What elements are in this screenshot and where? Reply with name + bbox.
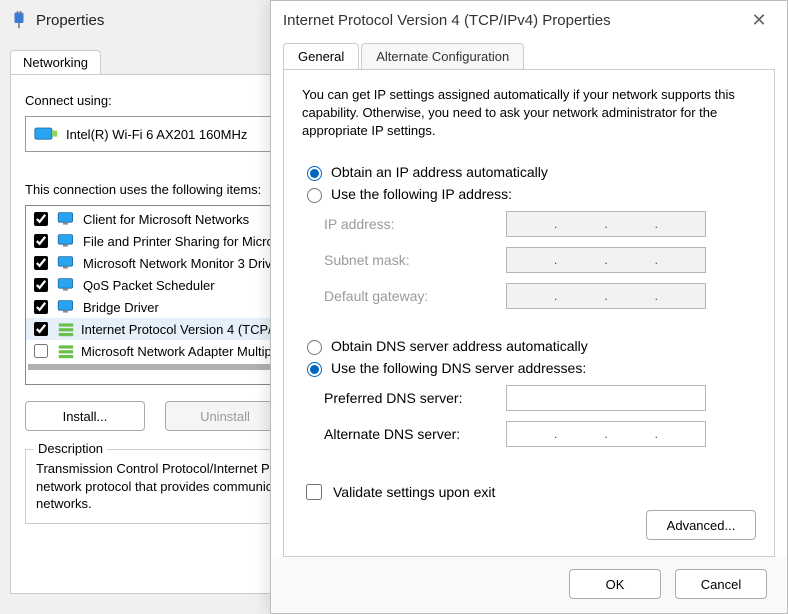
ip-address-field: ... (506, 211, 706, 237)
tab-general[interactable]: General (283, 43, 359, 69)
validate-settings-label: Validate settings upon exit (333, 484, 495, 500)
item-label: Bridge Driver (83, 300, 159, 315)
advanced-button[interactable]: Advanced... (646, 510, 756, 540)
tab-networking[interactable]: Networking (10, 50, 101, 74)
network-client-icon (57, 299, 77, 315)
item-label: Internet Protocol Version 4 (TCP/IPv4) (81, 322, 302, 337)
ip-address-label: IP address: (324, 216, 494, 232)
item-checkbox[interactable] (34, 256, 48, 270)
dns-manual-radio[interactable] (307, 362, 322, 377)
ipv4-properties-dialog: Internet Protocol Version 4 (TCP/IPv4) P… (270, 0, 788, 614)
default-gateway-label: Default gateway: (324, 288, 494, 304)
ip-info-text: You can get IP settings assigned automat… (302, 86, 756, 141)
item-checkbox[interactable] (34, 322, 48, 336)
dns-auto-label: Obtain DNS server address automatically (331, 338, 588, 354)
description-legend: Description (34, 441, 107, 456)
item-checkbox[interactable] (34, 278, 48, 292)
dns-section: Obtain DNS server address automatically … (302, 333, 756, 457)
item-checkbox[interactable] (34, 300, 48, 314)
dns-auto-radio[interactable] (307, 340, 322, 355)
item-checkbox[interactable] (34, 234, 48, 248)
install-button[interactable]: Install... (25, 401, 145, 431)
ip-auto-label: Obtain an IP address automatically (331, 164, 548, 180)
preferred-dns-label: Preferred DNS server: (324, 390, 494, 406)
dialog-tabs: General Alternate Configuration (283, 43, 787, 69)
scrollbar-thumb[interactable] (28, 364, 283, 370)
ip-manual-radio-row[interactable]: Use the following IP address: (302, 185, 756, 203)
dialog-titlebar: Internet Protocol Version 4 (TCP/IPv4) P… (271, 1, 787, 39)
adapter-name: Intel(R) Wi-Fi 6 AX201 160MHz (66, 127, 247, 142)
network-adapter-icon (34, 125, 58, 143)
item-label: QoS Packet Scheduler (83, 278, 215, 293)
ip-auto-radio[interactable] (307, 166, 322, 181)
protocol-stack-icon (57, 343, 75, 359)
validate-settings-checkbox[interactable] (306, 484, 322, 500)
network-client-icon (57, 277, 77, 293)
network-client-icon (57, 255, 77, 271)
tab-alternate-configuration[interactable]: Alternate Configuration (361, 43, 524, 69)
cancel-button[interactable]: Cancel (675, 569, 767, 599)
network-client-icon (57, 211, 77, 227)
ip-manual-radio[interactable] (307, 188, 322, 203)
protocol-stack-icon (57, 321, 75, 337)
ethernet-plug-icon (10, 11, 28, 29)
close-icon[interactable]: ✕ (743, 11, 775, 29)
dialog-title: Internet Protocol Version 4 (TCP/IPv4) P… (283, 12, 743, 29)
general-panel: You can get IP settings assigned automat… (283, 69, 775, 557)
adapter-title: Properties (36, 12, 104, 29)
subnet-mask-label: Subnet mask: (324, 252, 494, 268)
dialog-button-row: OK Cancel (271, 557, 787, 613)
ip-manual-label: Use the following IP address: (331, 186, 512, 202)
item-label: Microsoft Network Monitor 3 Driver (83, 256, 283, 271)
preferred-dns-field[interactable] (506, 385, 706, 411)
uninstall-button[interactable]: Uninstall (165, 401, 285, 431)
dns-manual-label: Use the following DNS server addresses: (331, 360, 586, 376)
item-checkbox[interactable] (34, 212, 48, 226)
item-checkbox[interactable] (34, 344, 48, 358)
network-client-icon (57, 233, 77, 249)
alternate-dns-label: Alternate DNS server: (324, 426, 494, 442)
ok-button[interactable]: OK (569, 569, 661, 599)
default-gateway-field: ... (506, 283, 706, 309)
ip-address-section: Obtain an IP address automatically Use t… (302, 159, 756, 319)
ip-auto-radio-row[interactable]: Obtain an IP address automatically (302, 163, 756, 181)
alternate-dns-field[interactable]: ... (506, 421, 706, 447)
dns-auto-radio-row[interactable]: Obtain DNS server address automatically (302, 337, 756, 355)
dns-manual-radio-row[interactable]: Use the following DNS server addresses: (302, 359, 756, 377)
subnet-mask-field: ... (506, 247, 706, 273)
validate-settings-row[interactable]: Validate settings upon exit (302, 481, 756, 503)
item-label: Client for Microsoft Networks (83, 212, 249, 227)
